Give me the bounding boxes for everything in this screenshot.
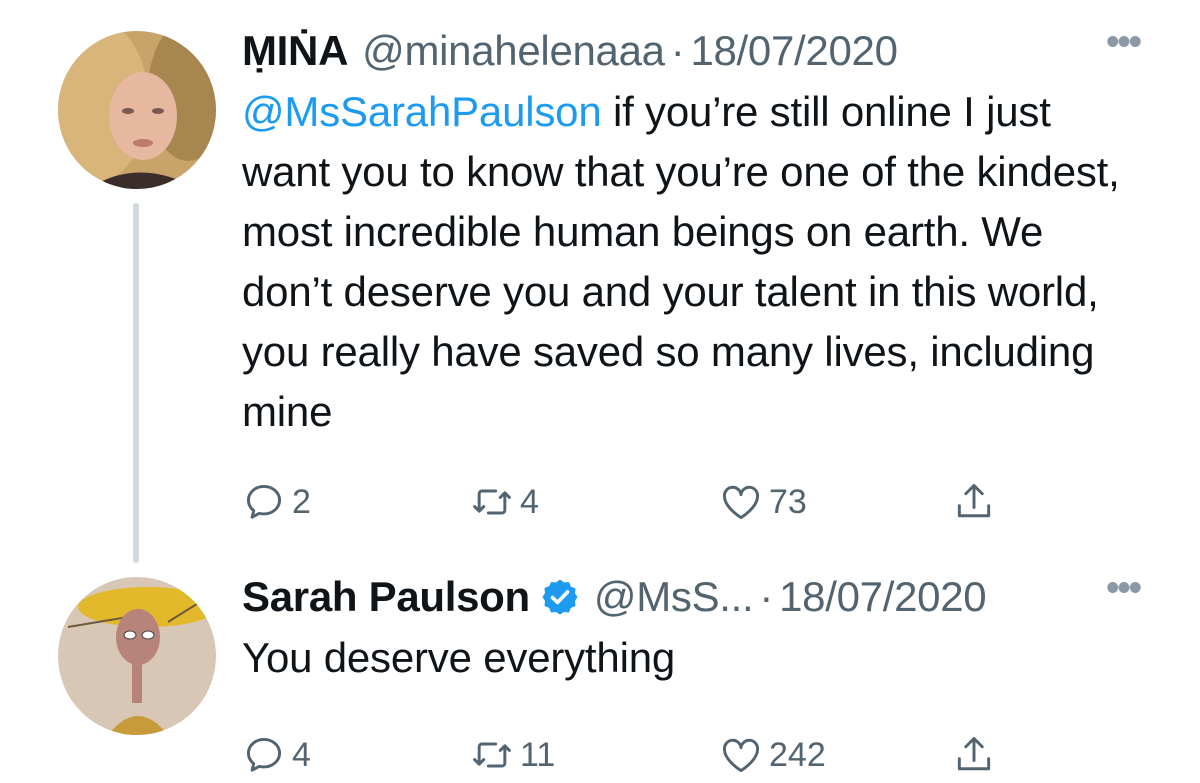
reply-count: 2 (292, 482, 311, 521)
mention-link[interactable]: @MsSarahPaulson (242, 88, 602, 135)
username-handle[interactable]: @minahelenaaa (362, 22, 665, 80)
retweet-button[interactable]: 11 (470, 733, 555, 777)
share-icon (957, 484, 991, 518)
avatar[interactable] (58, 31, 216, 189)
share-button[interactable] (952, 480, 1002, 524)
display-name[interactable]: Sarah Paulson (242, 568, 530, 626)
retweet-count: 11 (520, 735, 556, 774)
tweet-header: Sarah Paulson @MsS... · 18/07/2020 (242, 568, 1140, 626)
retweet-count: 4 (520, 482, 539, 521)
like-count: 73 (769, 482, 807, 521)
avatar[interactable] (58, 577, 216, 735)
share-icon (957, 737, 991, 771)
retweet-button[interactable]: 4 (470, 480, 539, 524)
tweet-date[interactable]: 18/07/2020 (779, 568, 987, 626)
tweet-date[interactable]: 18/07/2020 (690, 22, 898, 80)
tweet-header: ṂIṄA @minahelenaaa · 18/07/2020 (242, 22, 1140, 80)
tweet-body: if you’re still online I just want you t… (242, 88, 1120, 435)
heart-icon (723, 485, 759, 520)
like-button[interactable]: 242 (719, 733, 826, 777)
separator-dot: · (759, 573, 774, 620)
retweet-icon (473, 742, 511, 768)
like-count: 242 (769, 735, 826, 774)
tweet-actions: 4 11 242 (242, 733, 1140, 783)
reply-button[interactable]: 4 (242, 733, 311, 777)
share-button[interactable] (952, 733, 1002, 777)
tweet-text: @MsSarahPaulson if you’re still online I… (242, 82, 1142, 442)
like-button[interactable]: 73 (719, 480, 807, 524)
separator-dot: · (670, 27, 685, 74)
tweet[interactable]: Sarah Paulson @MsS... · 18/07/2020 ••• Y… (242, 568, 1142, 783)
reply-count: 4 (292, 735, 311, 774)
more-options-icon[interactable]: ••• (1106, 22, 1142, 62)
more-options-icon[interactable]: ••• (1106, 568, 1142, 608)
username-handle[interactable]: @MsS... (594, 568, 754, 626)
display-name[interactable]: ṂIṄA (242, 22, 348, 80)
reply-icon (246, 484, 282, 519)
tweet-actions: 2 4 73 (242, 480, 1140, 530)
reply-button[interactable]: 2 (242, 480, 311, 524)
tweet[interactable]: ṂIṄA @minahelenaaa · 18/07/2020 ••• @MsS… (242, 22, 1142, 530)
heart-icon (723, 738, 759, 773)
verified-badge-icon (542, 579, 578, 615)
tweet-body: You deserve everything (242, 634, 676, 681)
retweet-icon (473, 489, 511, 515)
reply-icon (246, 737, 282, 772)
thread-line (133, 203, 139, 563)
